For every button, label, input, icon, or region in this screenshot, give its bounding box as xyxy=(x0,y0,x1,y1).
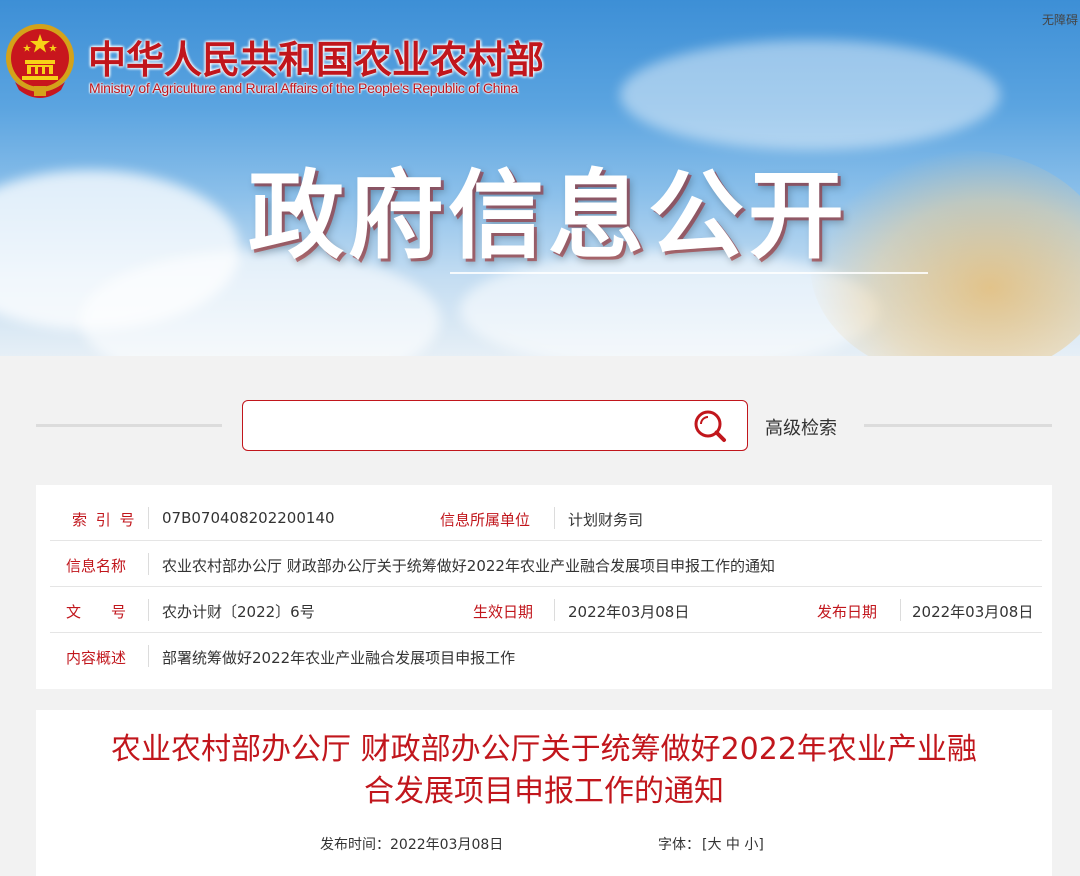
publish-time: 发布时间：2022年03月08日 xyxy=(320,837,504,853)
wheat-decoration xyxy=(810,150,1080,356)
name-label: 信息名称 xyxy=(66,557,127,575)
header-banner: 无障碍 中华人民共和国农业农村部 Ministry of Agriculture… xyxy=(0,0,1080,356)
accessibility-link[interactable]: 无障碍 xyxy=(1042,11,1078,28)
search-icon[interactable] xyxy=(692,409,730,445)
search-box xyxy=(242,400,748,451)
publish-date-label: 发布日期 xyxy=(817,603,878,621)
unit-label: 信息所属单位 xyxy=(440,511,531,529)
info-row-summary: 内容概述 部署统筹做好2022年农业产业融合发展项目申报工作 xyxy=(36,633,1052,679)
name-value: 农业农村部办公厅 财政部办公厅关于统筹做好2022年农业产业融合发展项目申报工作… xyxy=(162,557,775,575)
national-emblem-icon xyxy=(6,24,74,98)
cloud-decoration xyxy=(620,40,1000,150)
title-underline xyxy=(450,272,928,274)
font-size-selector[interactable]: [大 中 小] xyxy=(702,834,764,854)
cell-divider xyxy=(900,599,901,621)
cell-divider xyxy=(554,599,555,621)
info-table: 索 引 号 07B070408202200140 信息所属单位 计划财务司 信息… xyxy=(36,485,1052,689)
unit-value: 计划财务司 xyxy=(568,511,644,529)
publish-date-value: 2022年03月08日 xyxy=(912,603,1034,621)
divider-right xyxy=(864,424,1052,427)
article-title-line2: 合发展项目申报工作的通知 xyxy=(364,774,724,809)
cell-divider xyxy=(148,553,149,575)
cell-divider xyxy=(148,599,149,621)
effective-date-value: 2022年03月08日 xyxy=(568,603,690,621)
search-input[interactable] xyxy=(255,409,675,443)
cell-divider xyxy=(148,507,149,529)
index-value: 07B070408202200140 xyxy=(162,509,335,527)
cell-divider xyxy=(554,507,555,529)
effective-date-label: 生效日期 xyxy=(473,603,534,621)
article-panel: 农业农村部办公厅 财政部办公厅关于统筹做好2022年农业产业融 合发展项目申报工… xyxy=(36,710,1052,876)
summary-value: 部署统筹做好2022年农业产业融合发展项目申报工作 xyxy=(162,649,516,667)
index-label: 索 引 号 xyxy=(72,511,137,529)
divider-left xyxy=(36,424,222,427)
ministry-name-en: Ministry of Agriculture and Rural Affair… xyxy=(89,80,518,96)
ministry-name-cn: 中华人民共和国农业农村部 xyxy=(88,37,545,82)
font-size-label: 字体： xyxy=(658,837,700,853)
info-row-docno: 文 号 农办计财〔2022〕6号 生效日期 2022年03月08日 发布日期 2… xyxy=(36,587,1052,633)
article-title-line1: 农业农村部办公厅 财政部办公厅关于统筹做好2022年农业产业融 xyxy=(111,732,977,767)
info-row-name: 信息名称 农业农村部办公厅 财政部办公厅关于统筹做好2022年农业产业融合发展项… xyxy=(36,541,1052,587)
advanced-search-link[interactable]: 高级检索 xyxy=(765,414,837,440)
info-row-index: 索 引 号 07B070408202200140 信息所属单位 计划财务司 xyxy=(36,495,1052,541)
section-title: 政府信息公开 xyxy=(248,160,848,272)
doc-no-value: 农办计财〔2022〕6号 xyxy=(162,603,315,621)
doc-no-label: 文 号 xyxy=(66,603,127,621)
summary-label: 内容概述 xyxy=(66,649,127,667)
cell-divider xyxy=(148,645,149,667)
